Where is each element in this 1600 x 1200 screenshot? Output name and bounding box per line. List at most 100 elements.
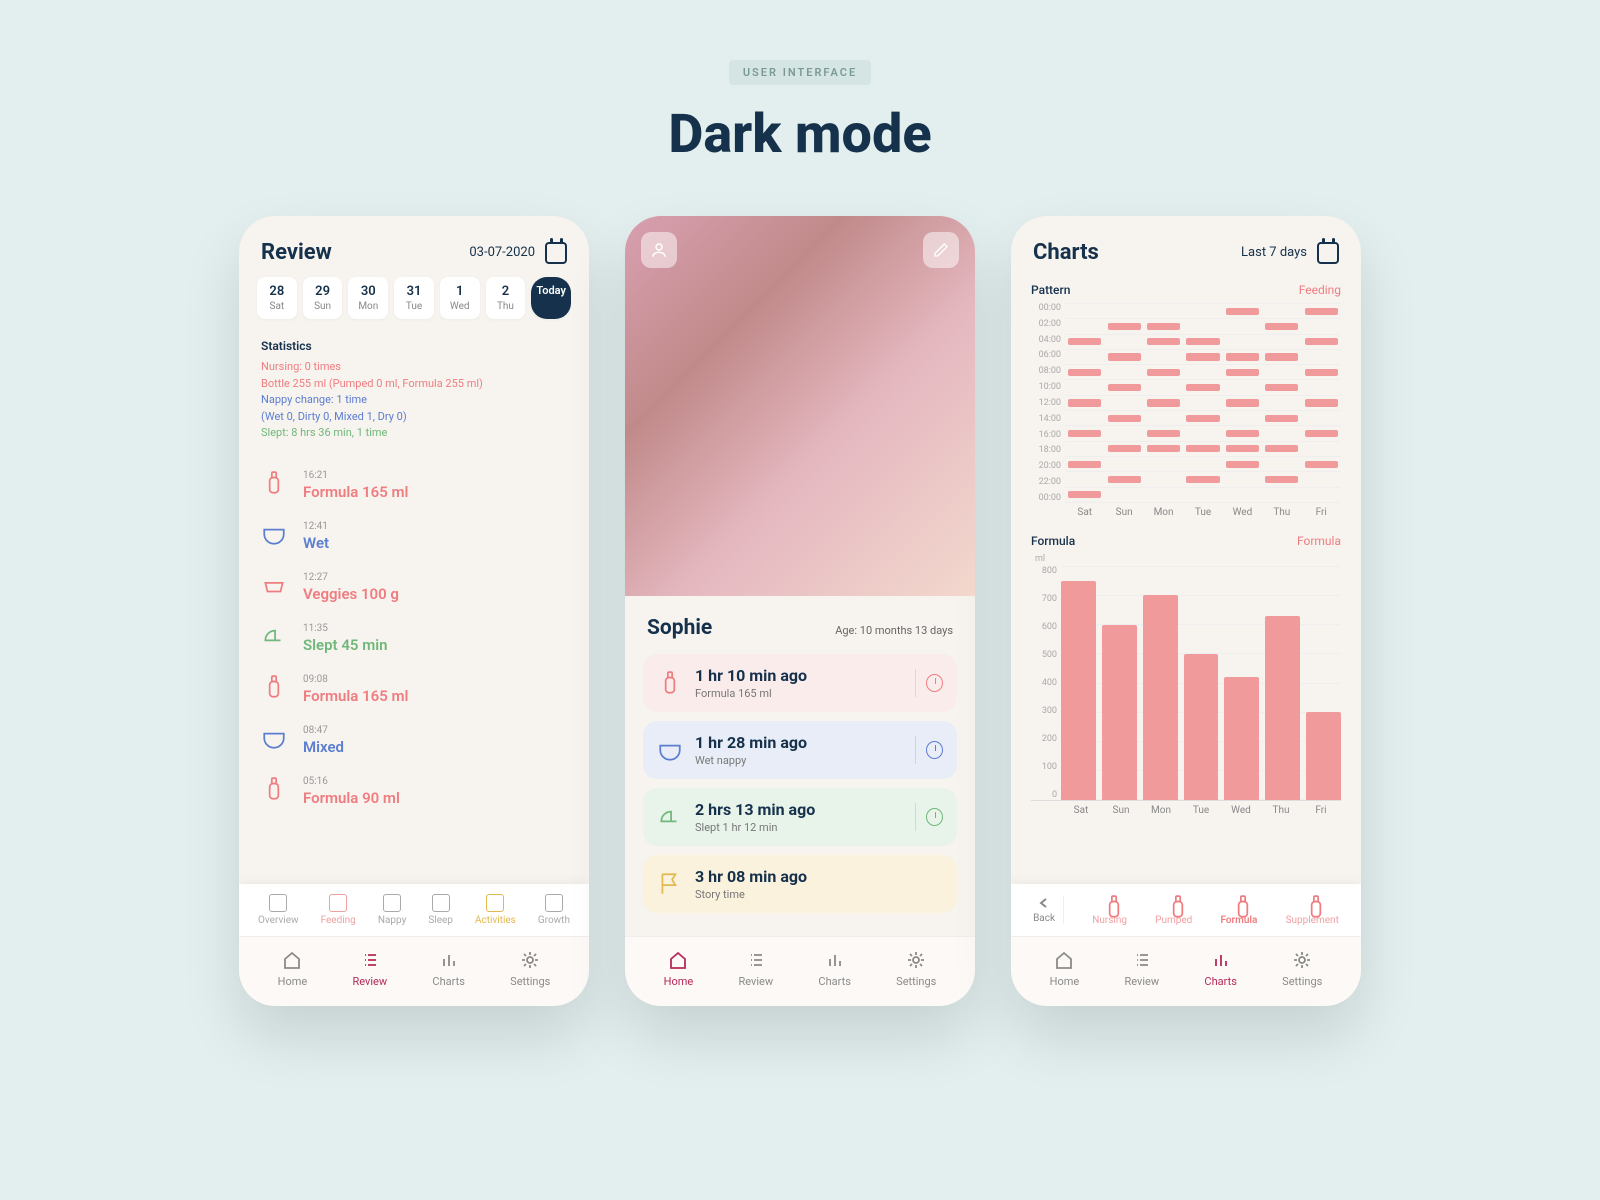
formula-label: Formula — [1031, 534, 1075, 548]
stat-nappy: Nappy change: 1 time — [261, 392, 567, 409]
subtab-activities[interactable]: Activities — [475, 894, 516, 926]
day-today[interactable]: Today — [531, 277, 571, 319]
bottom-nav: Home Review Charts Settings — [625, 936, 975, 1006]
day-pill[interactable]: 1Wed — [440, 277, 480, 319]
subtab-growth[interactable]: Growth — [538, 894, 570, 926]
day-selector: 28Sat29Sun30Mon31Tue1Wed2ThuToday — [239, 277, 589, 333]
feedtab-supplement[interactable]: Supplement — [1286, 894, 1339, 926]
nav-home[interactable]: Home — [1050, 949, 1080, 988]
entry-row[interactable]: 12:27Veggies 100 g — [261, 562, 567, 613]
activity-card[interactable]: 1 hr 10 min agoFormula 165 ml — [643, 654, 957, 712]
subtab-sleep[interactable]: Sleep — [428, 894, 453, 926]
phone-home: Sophie Age: 10 months 13 days 1 hr 10 mi… — [625, 216, 975, 1006]
back-button[interactable]: Back — [1033, 896, 1064, 924]
activity-cards: 1 hr 10 min agoFormula 165 ml 1 hr 28 min… — [625, 654, 975, 913]
charts-subtabs: Back Nursing Pumped Formula Supplement — [1011, 884, 1361, 936]
subtab-feeding[interactable]: Feeding — [321, 894, 356, 926]
nav-settings[interactable]: Settings — [510, 949, 550, 988]
day-pill[interactable]: 28Sat — [257, 277, 297, 319]
pattern-x-labels: SatSunMonTueWedThuFri — [1031, 507, 1341, 518]
baby-name: Sophie — [647, 616, 712, 640]
subtab-overview[interactable]: Overview — [258, 894, 299, 926]
formula-bar — [1143, 595, 1178, 800]
subtab-nappy[interactable]: Nappy — [378, 894, 406, 926]
day-pill[interactable]: 30Mon — [348, 277, 388, 319]
clock-icon[interactable] — [926, 808, 943, 826]
review-date: 03-07-2020 — [469, 245, 535, 260]
feedtab-nursing[interactable]: Nursing — [1092, 894, 1127, 926]
stat-nappy-detail: (Wet 0, Dirty 0, Mixed 1, Dry 0) — [261, 409, 567, 426]
formula-bar — [1224, 677, 1259, 800]
entry-row[interactable]: 16:21Formula 165 ml — [261, 460, 567, 511]
nav-settings[interactable]: Settings — [896, 949, 936, 988]
pattern-chart: Pattern Feeding 00:0002:0004:0006:0008:0… — [1011, 277, 1361, 528]
statistics-block: Statistics Nursing: 0 times Bottle 255 m… — [239, 333, 589, 456]
entry-row[interactable]: 09:08Formula 165 ml — [261, 664, 567, 715]
entry-row[interactable]: 11:35Slept 45 min — [261, 613, 567, 664]
clock-icon[interactable] — [926, 741, 943, 759]
day-pill[interactable]: 31Tue — [394, 277, 434, 319]
stat-slept: Slept: 8 hrs 36 min, 1 time — [261, 425, 567, 442]
nappy-icon — [261, 725, 289, 753]
nav-home[interactable]: Home — [278, 949, 308, 988]
nav-review[interactable]: Review — [739, 949, 774, 988]
solid-icon — [261, 572, 289, 600]
review-subtabs: Overview Feeding Nappy Sleep Activities Growt… — [239, 884, 589, 936]
sleep-icon — [261, 623, 289, 651]
nav-charts[interactable]: Charts — [818, 949, 850, 988]
stats-label: Statistics — [261, 339, 567, 353]
formula-type: Formula — [1297, 534, 1341, 548]
nappy-icon — [657, 737, 683, 763]
profile-icon[interactable] — [641, 232, 677, 268]
feedtab-pumped[interactable]: Pumped — [1155, 894, 1192, 926]
formula-bar — [1265, 616, 1300, 800]
phone-charts: Charts Last 7 days Pattern Feeding 00:00… — [1011, 216, 1361, 1006]
day-pill[interactable]: 2Thu — [486, 277, 526, 319]
edit-icon[interactable] — [923, 232, 959, 268]
pattern-rows — [1065, 303, 1341, 503]
activity-card[interactable]: 1 hr 28 min agoWet nappy — [643, 721, 957, 779]
phone-review: Review 03-07-2020 28Sat29Sun30Mon31Tue1W… — [239, 216, 589, 1006]
clock-icon[interactable] — [926, 674, 943, 692]
charts-heading: Charts — [1033, 240, 1099, 265]
bottle-icon — [261, 674, 289, 702]
stat-bottle: Bottle 255 ml (Pumped 0 ml, Formula 255 … — [261, 376, 567, 393]
activity-card[interactable]: 3 hr 08 min agoStory time — [643, 855, 957, 913]
formula-chart: Formula Formula ml 800700600500400300200… — [1011, 528, 1361, 822]
pattern-type: Feeding — [1299, 283, 1341, 297]
bottle-icon — [261, 776, 289, 804]
entry-row[interactable]: 12:41Wet — [261, 511, 567, 562]
page-title: Dark mode — [668, 103, 931, 166]
bottle-icon — [261, 470, 289, 498]
charts-range: Last 7 days — [1241, 245, 1307, 260]
formula-unit: ml — [1031, 554, 1341, 564]
formula-x-labels: SatSunMonTueWedThuFri — [1031, 805, 1341, 816]
entry-row[interactable]: 05:16Formula 90 ml — [261, 766, 567, 817]
nav-charts[interactable]: Charts — [1204, 949, 1236, 988]
formula-bar — [1184, 654, 1219, 800]
nav-review[interactable]: Review — [353, 949, 388, 988]
nappy-icon — [261, 521, 289, 549]
bottle-icon — [657, 670, 683, 696]
bottom-nav: Home Review Charts Settings — [239, 936, 589, 1006]
bottom-nav: Home Review Charts Settings — [1011, 936, 1361, 1006]
day-pill[interactable]: 29Sun — [303, 277, 343, 319]
phones-row: Review 03-07-2020 28Sat29Sun30Mon31Tue1W… — [239, 216, 1361, 1006]
entries-list: 16:21Formula 165 ml12:41Wet12:27Veggies … — [239, 456, 589, 885]
review-heading: Review — [261, 240, 332, 265]
calendar-icon[interactable] — [545, 242, 567, 264]
nav-settings[interactable]: Settings — [1282, 949, 1322, 988]
activity-card[interactable]: 2 hrs 13 min agoSlept 1 hr 12 min — [643, 788, 957, 846]
calendar-icon[interactable] — [1317, 242, 1339, 264]
feedtab-formula[interactable]: Formula — [1221, 894, 1258, 926]
nav-charts[interactable]: Charts — [432, 949, 464, 988]
nav-review[interactable]: Review — [1125, 949, 1160, 988]
stat-nursing: Nursing: 0 times — [261, 359, 567, 376]
baby-age: Age: 10 months 13 days — [835, 624, 953, 637]
flag-icon — [657, 871, 683, 897]
nav-home[interactable]: Home — [664, 949, 694, 988]
formula-bars: 8007006005004003002001000 — [1031, 566, 1341, 801]
formula-bar — [1306, 712, 1341, 800]
formula-bar — [1102, 625, 1137, 801]
entry-row[interactable]: 08:47Mixed — [261, 715, 567, 766]
